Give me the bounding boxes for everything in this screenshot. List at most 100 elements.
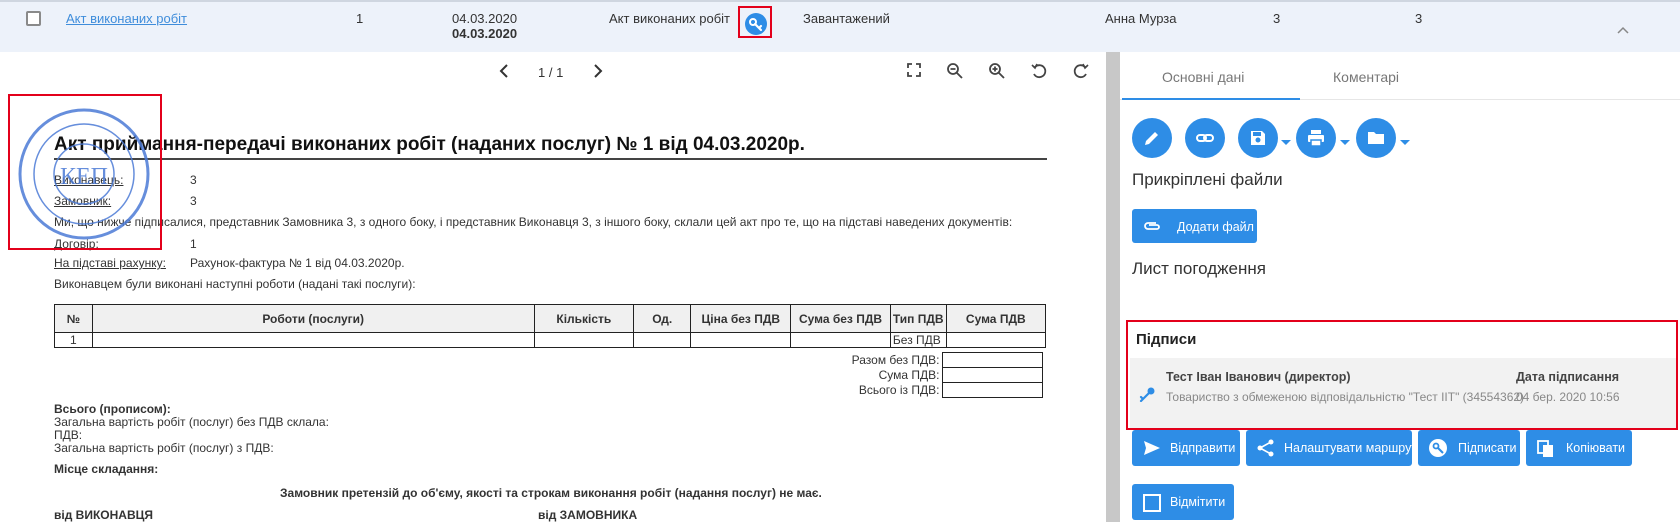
total-value <box>941 367 1043 383</box>
attached-files-title: Прикріплені файли <box>1132 170 1283 189</box>
col-header: Тип ПДВ <box>889 304 947 333</box>
document-date: 04.03.2020 <box>452 11 518 26</box>
page-indicator: 1 / 1 <box>538 65 564 80</box>
total-text-2: Загальна вартість робіт (послуг) з ПДВ: <box>54 441 274 455</box>
print-dropdown-icon[interactable] <box>1340 140 1350 145</box>
vat-label: ПДВ: <box>54 428 83 442</box>
rotate-left-icon[interactable] <box>1030 62 1048 80</box>
prev-page-icon[interactable] <box>498 62 510 80</box>
document-dates: 04.03.2020 04.03.2020 <box>452 11 517 41</box>
from-customer: від ЗАМОВНИКА <box>538 508 638 522</box>
col-header: Ціна без ПДВ <box>690 304 792 333</box>
zoom-out-icon[interactable] <box>946 62 964 80</box>
table-cell <box>945 332 1047 348</box>
fullscreen-icon[interactable] <box>906 62 922 78</box>
sign-date-label: Дата підписання <box>1516 370 1620 384</box>
edit-button[interactable] <box>1132 118 1172 158</box>
works-table: № Роботи (послуги) Кількість Од. Ціна бе… <box>54 304 1047 348</box>
details-panel: Основні дані Коментарі Прикріплені файли… <box>1120 52 1680 522</box>
table-header-row: № Роботи (послуги) Кількість Од. Ціна бе… <box>54 304 1047 333</box>
table-cell <box>690 332 792 348</box>
signer-organization: Товариство з обмеженою відповідальністю … <box>1166 390 1525 404</box>
total-row: Разом без ПДВ: <box>762 352 1043 368</box>
save-button[interactable] <box>1238 118 1278 158</box>
save-dropdown-icon[interactable] <box>1281 140 1291 145</box>
responsible-person: Анна Мурза <box>1105 11 1177 26</box>
table-cell <box>91 332 535 348</box>
total-row: Всього із ПДВ: <box>762 382 1043 398</box>
key-icon <box>745 13 767 35</box>
status-text: Завантажений <box>803 11 890 26</box>
configure-route-label: Налаштувати маршрут <box>1284 441 1418 455</box>
row-checkbox[interactable] <box>26 11 41 26</box>
signer-name: Тест Іван Іванович (директор) <box>1166 370 1351 384</box>
total-label: Разом без ПДВ: <box>851 353 940 367</box>
add-file-button[interactable]: Додати файл <box>1132 209 1257 243</box>
key-icon <box>1139 387 1155 402</box>
send-button[interactable]: Відправити <box>1132 430 1240 466</box>
title-divider <box>54 158 1047 160</box>
row-value-b: 3 <box>1415 11 1423 26</box>
share-icon <box>1257 439 1274 457</box>
invoice-label: На підставі рахунку: <box>54 256 166 270</box>
folder-button[interactable] <box>1356 118 1396 158</box>
rotate-right-icon[interactable] <box>1072 62 1090 80</box>
signatures-section: Підписи Тест Іван Іванович (директор) То… <box>1126 320 1678 430</box>
chevron-up-icon[interactable] <box>1616 25 1630 35</box>
seal-stamp-icon: КЕП <box>18 108 150 240</box>
edit-icon <box>1145 132 1158 145</box>
document-title: Акт приймання-передачі виконаних робіт (… <box>54 134 805 155</box>
send-label: Відправити <box>1170 441 1236 455</box>
total-value <box>941 352 1043 368</box>
total-label: Сума ПДВ: <box>878 368 940 382</box>
from-executor: від ВИКОНАВЦЯ <box>54 508 153 522</box>
row-value-a: 3 <box>1273 11 1281 26</box>
intro-text: Ми, що нижче підписалися, представник За… <box>54 215 1013 229</box>
document-row[interactable]: Акт виконаних робіт 1 04.03.2020 04.03.2… <box>0 0 1680 52</box>
checkbox-icon <box>1143 494 1161 512</box>
signature-item[interactable]: Тест Іван Іванович (директор) Товариство… <box>1130 358 1676 428</box>
next-page-icon[interactable] <box>592 62 604 80</box>
attachment-icon <box>1144 222 1160 230</box>
contract-value: 1 <box>190 237 197 251</box>
mark-button[interactable]: Відмітити <box>1132 484 1234 520</box>
signatures-title: Підписи <box>1136 331 1197 348</box>
table-cell <box>533 332 635 348</box>
col-header: Сума без ПДВ <box>790 304 891 333</box>
table-cell <box>790 332 891 348</box>
executor-value: 3 <box>190 173 197 187</box>
copy-button[interactable]: Копіювати <box>1526 430 1632 466</box>
table-cell <box>632 332 692 348</box>
customer-value: 3 <box>190 194 197 208</box>
mark-label: Відмітити <box>1170 495 1226 509</box>
key-icon <box>1429 439 1447 457</box>
tab-main-data[interactable]: Основні дані <box>1162 69 1244 85</box>
signature-indicator[interactable] <box>738 6 772 38</box>
print-button[interactable] <box>1296 118 1336 158</box>
link-button[interactable] <box>1185 118 1225 158</box>
total-label: Всього із ПДВ: <box>858 383 940 397</box>
tab-comments[interactable]: Коментарі <box>1333 69 1399 85</box>
sign-button[interactable]: Підписати <box>1418 430 1520 466</box>
link-icon <box>1196 134 1214 142</box>
works-intro: Виконавцем були виконані наступні роботи… <box>54 277 416 291</box>
save-icon <box>1251 131 1265 145</box>
place-label: Місце складання: <box>54 462 159 476</box>
no-claims-text: Замовник претензій до об'єму, якості та … <box>280 486 822 500</box>
zoom-in-icon[interactable] <box>988 62 1006 80</box>
send-icon <box>1144 441 1160 455</box>
folder-dropdown-icon[interactable] <box>1400 140 1410 145</box>
copy-icon <box>1537 440 1553 457</box>
stamp-highlight: КЕП <box>8 94 162 250</box>
print-icon <box>1308 130 1324 147</box>
viewer-toolbar: 1 / 1 <box>0 52 1106 90</box>
folder-icon <box>1368 132 1384 144</box>
configure-route-button[interactable]: Налаштувати маршрут <box>1246 430 1417 466</box>
document-viewer: 1 / 1 Акт приймання-передачі виконаних р… <box>0 52 1106 522</box>
col-header: Од. <box>632 304 692 333</box>
viewer-scrollbar[interactable] <box>1106 52 1120 522</box>
table-row: 1 Без ПДВ <box>54 332 1047 348</box>
document-name-link[interactable]: Акт виконаних робіт <box>66 11 187 26</box>
total-text-1: Загальна вартість робіт (послуг) без ПДВ… <box>54 415 329 429</box>
col-header: № <box>54 304 93 333</box>
